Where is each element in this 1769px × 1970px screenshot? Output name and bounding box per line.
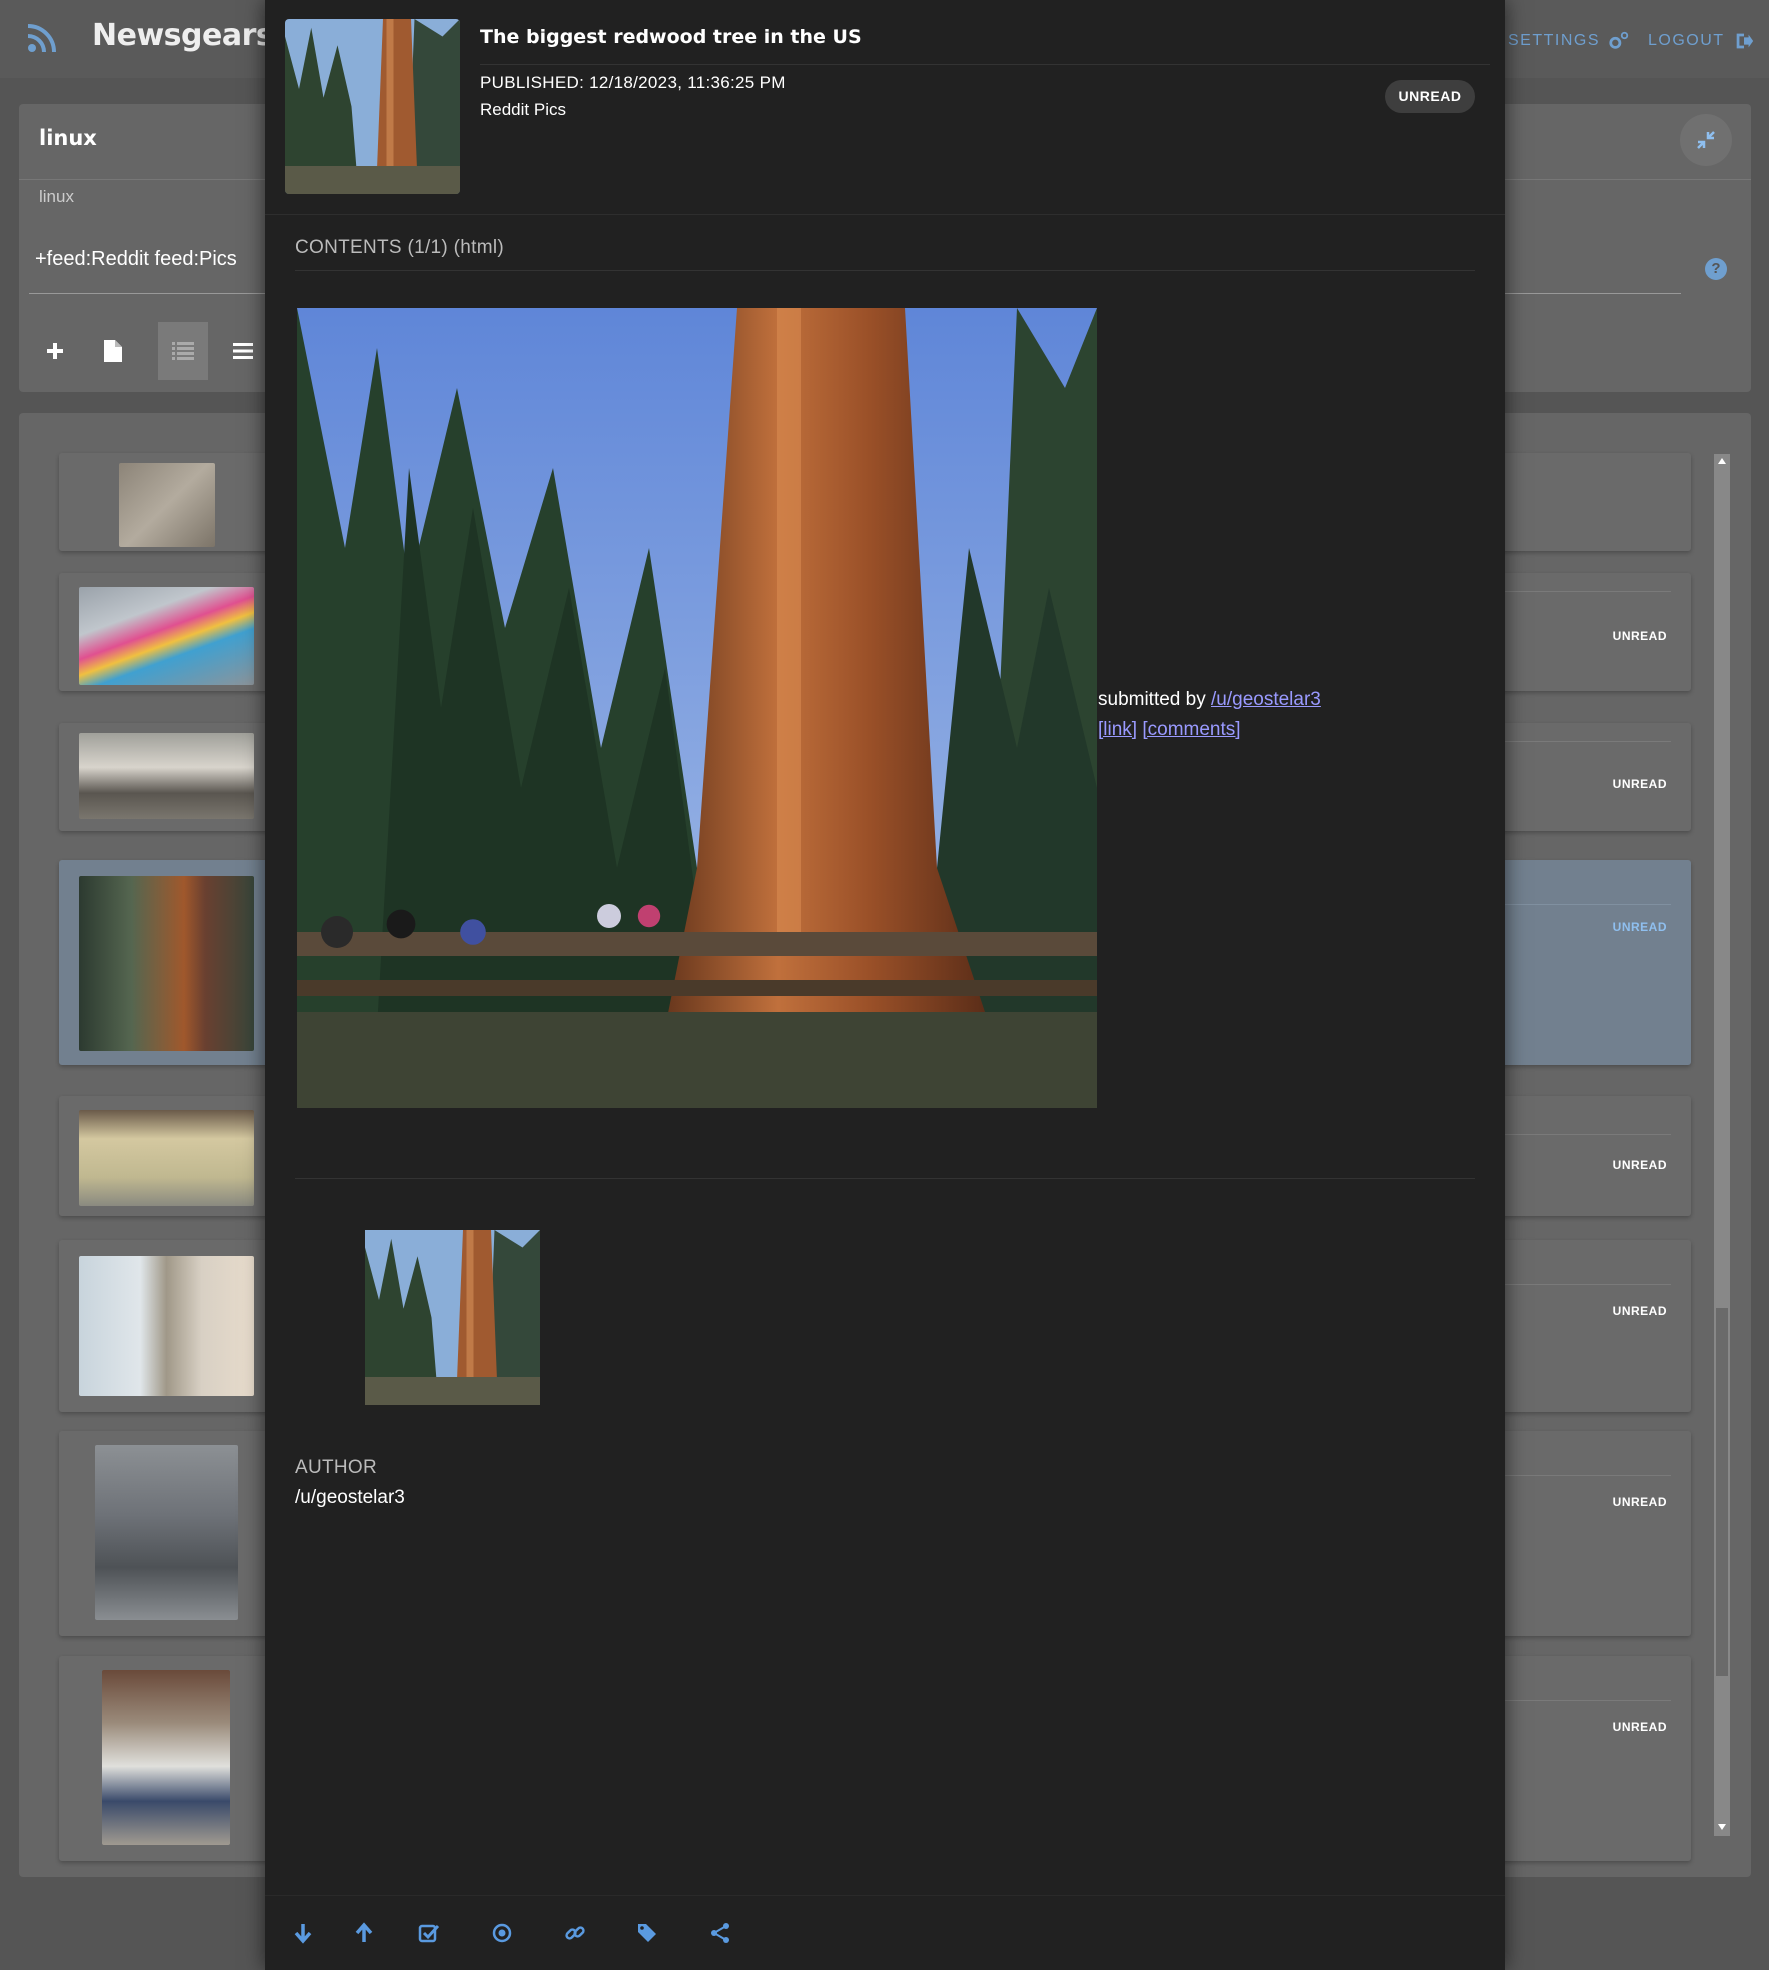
status-badge: UNREAD xyxy=(1612,1304,1667,1318)
submission-info: submitted by /u/geostelar3 [link] [comme… xyxy=(1098,685,1321,745)
contents-label: CONTENTS (1/1) (html) xyxy=(295,237,504,258)
link-link[interactable]: [link] xyxy=(1098,719,1137,740)
article-thumbnail xyxy=(79,876,254,1051)
settings-label: SETTINGS xyxy=(1508,32,1601,49)
enclosure-thumbnail[interactable] xyxy=(365,1230,540,1405)
next-article-button[interactable] xyxy=(288,1918,318,1948)
sign-out-icon xyxy=(1736,33,1753,49)
query-input[interactable]: +feed:Reddit feed:Pics xyxy=(35,248,237,271)
tags-icon xyxy=(638,1924,656,1942)
link-icon xyxy=(565,1926,585,1940)
tags-button[interactable] xyxy=(632,1918,662,1948)
document-view-button[interactable] xyxy=(88,322,138,380)
logout-link[interactable]: LOGOUT xyxy=(1648,30,1755,52)
gears-icon xyxy=(1609,31,1629,49)
arrow-down-icon xyxy=(294,1924,312,1944)
add-button[interactable] xyxy=(30,322,80,380)
status-badge: UNREAD xyxy=(1612,1720,1667,1734)
track-button[interactable] xyxy=(487,1918,517,1948)
status-badge: UNREAD xyxy=(1612,629,1667,643)
file-icon xyxy=(104,340,122,362)
article-image[interactable] xyxy=(297,308,1097,1108)
divider xyxy=(295,1178,1475,1179)
article-title: The biggest redwood tree in the US xyxy=(480,26,862,48)
article-thumbnail xyxy=(79,1256,254,1396)
bars-icon xyxy=(233,343,253,359)
article-thumbnail xyxy=(95,1445,238,1620)
compress-button[interactable] xyxy=(1680,114,1732,166)
stream-title: linux xyxy=(39,126,97,150)
article-thumbnail xyxy=(79,733,254,819)
submitted-prefix: submitted by xyxy=(1098,689,1206,710)
check-square-icon xyxy=(418,1924,440,1943)
published-date: PUBLISHED: 12/18/2023, 11:36:25 PM xyxy=(480,73,786,92)
status-badge: UNREAD xyxy=(1612,920,1667,934)
author-label: AUTHOR xyxy=(295,1457,378,1478)
status-badge: UNREAD xyxy=(1612,1158,1667,1172)
arrow-up-icon xyxy=(355,1922,373,1942)
target-icon xyxy=(492,1923,512,1943)
article-thumbnail xyxy=(79,587,254,685)
open-link-button[interactable] xyxy=(560,1918,590,1948)
status-badge: UNREAD xyxy=(1612,777,1667,791)
compact-view-button[interactable] xyxy=(218,322,268,380)
scroll-up-icon[interactable] xyxy=(1718,458,1726,464)
article-actions-footer xyxy=(265,1895,1505,1970)
list-view-button[interactable] xyxy=(158,322,208,380)
help-icon[interactable]: ? xyxy=(1705,258,1727,280)
article-thumbnail xyxy=(79,1110,254,1206)
compress-icon xyxy=(1697,131,1715,149)
previous-article-button[interactable] xyxy=(349,1918,379,1948)
article-thumbnail xyxy=(119,463,215,547)
author-name: /u/geostelar3 xyxy=(295,1487,405,1508)
unread-badge[interactable]: UNREAD xyxy=(1385,80,1475,113)
submitter-link[interactable]: /u/geostelar3 xyxy=(1211,689,1321,710)
brand-logo[interactable]: Newsgears xyxy=(92,18,274,53)
divider xyxy=(480,64,1490,65)
logout-label: LOGOUT xyxy=(1648,32,1725,49)
feed-name[interactable]: Reddit Pics xyxy=(480,100,566,120)
rss-icon[interactable] xyxy=(26,22,58,54)
scrollbar-thumb[interactable] xyxy=(1716,1308,1728,1676)
settings-link[interactable]: SETTINGS xyxy=(1508,30,1630,52)
status-badge: UNREAD xyxy=(1612,1495,1667,1509)
article-thumbnail xyxy=(285,19,460,194)
plus-icon xyxy=(47,343,63,359)
article-thumbnail xyxy=(102,1670,230,1845)
comments-link[interactable]: [comments] xyxy=(1142,719,1240,740)
article-modal: The biggest redwood tree in the US PUBLI… xyxy=(265,0,1505,1970)
share-button[interactable] xyxy=(705,1918,735,1948)
divider xyxy=(295,270,1475,271)
divider xyxy=(265,214,1505,215)
share-icon xyxy=(711,1923,729,1943)
mark-read-button[interactable] xyxy=(414,1918,444,1948)
stream-subtitle: linux xyxy=(39,187,74,206)
list-icon xyxy=(172,342,194,360)
scroll-down-icon[interactable] xyxy=(1718,1824,1726,1830)
